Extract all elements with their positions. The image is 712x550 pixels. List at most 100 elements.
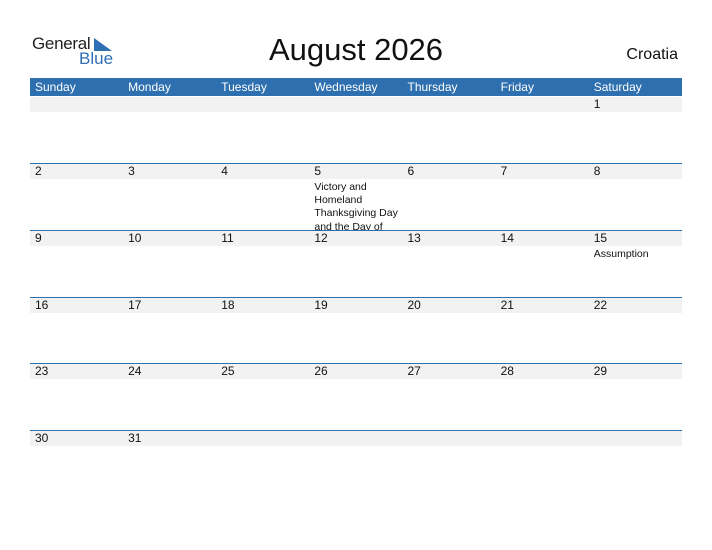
week-row: 2 3 4 5 Victory and Homeland Thanksgiving Da…: [30, 163, 682, 231]
country-label: Croatia: [626, 46, 678, 63]
day-number: 11: [221, 231, 234, 245]
calendar-title: August 2026: [268, 32, 444, 67]
day-cell: [123, 97, 216, 112]
day-number: [501, 431, 589, 446]
day-cell: 4: [216, 164, 309, 231]
day-number: [594, 431, 682, 446]
day-number: 20: [407, 298, 421, 312]
day-cell: 25: [216, 364, 309, 379]
weekday-friday: Friday: [500, 80, 534, 94]
day-cell: 30: [30, 431, 123, 446]
day-cell: [216, 97, 309, 112]
week-cells: 30 31: [30, 431, 682, 446]
holiday-label: Assumption: [593, 248, 649, 260]
day-number: 13: [407, 231, 421, 245]
day-number: 12: [314, 231, 328, 245]
week-cells: 23 24 25 26 27 28 29: [30, 364, 682, 379]
day-number: [221, 431, 309, 446]
day-cell: 24: [123, 364, 216, 379]
week-row: 30 31: [30, 430, 682, 497]
day-cell: 27: [403, 364, 496, 379]
weekday-monday: Monday: [128, 80, 171, 94]
day-cell: 1: [589, 97, 682, 112]
day-number: [128, 97, 216, 112]
day-cell: 31: [123, 431, 216, 446]
day-number: 28: [500, 364, 514, 378]
day-cell: 9: [30, 231, 123, 261]
day-cell: 15 Assumption: [589, 231, 682, 261]
day-cell: 10: [123, 231, 216, 261]
weekday-wednesday: Wednesday: [314, 80, 378, 94]
week-row: 23 24 25 26 27 28 29: [30, 363, 682, 430]
weekday-thursday: Thursday: [407, 80, 458, 94]
day-cell: 3: [123, 164, 216, 231]
day-number: 1: [593, 97, 601, 111]
day-number: 29: [593, 364, 608, 378]
day-cell: [403, 431, 496, 446]
day-number: 10: [128, 231, 142, 245]
day-cell: 18: [216, 298, 309, 313]
day-cell: 21: [496, 298, 589, 313]
weekday-sunday: Sunday: [35, 80, 76, 94]
day-number: 31: [128, 431, 142, 445]
day-cell: [403, 97, 496, 112]
day-number: [408, 97, 496, 112]
day-number: 23: [35, 364, 49, 378]
day-number: [314, 431, 402, 446]
day-cell: 7: [496, 164, 589, 231]
day-number: 8: [593, 164, 601, 178]
day-number: [408, 431, 496, 446]
day-cell: [496, 431, 589, 446]
week-row: 9 10 11 12 13 14 15 Assumption: [30, 230, 682, 297]
day-cell: [309, 431, 402, 446]
week-cells: 2 3 4 5 Victory and Homeland Thanksgiving Da…: [30, 164, 682, 231]
day-cell: 8: [589, 164, 682, 231]
day-number: 15: [593, 231, 608, 245]
weekday-tuesday: Tuesday: [221, 80, 267, 94]
day-number: 27: [407, 364, 421, 378]
day-cell: [589, 431, 682, 446]
day-cell: [216, 431, 309, 446]
day-cell: 2: [30, 164, 123, 231]
day-cell: 14: [496, 231, 589, 261]
week-row: 1: [30, 96, 682, 163]
day-number: 16: [35, 298, 49, 312]
day-number: [501, 97, 589, 112]
day-number: 4: [221, 164, 228, 178]
day-number: 30: [35, 431, 49, 445]
day-number: 2: [35, 164, 42, 178]
day-number: 18: [221, 298, 235, 312]
day-cell: 11: [216, 231, 309, 261]
day-number: 9: [35, 231, 42, 245]
day-cell: 13: [403, 231, 496, 261]
day-number: 24: [128, 364, 142, 378]
day-number: [35, 97, 123, 112]
day-number: 26: [314, 364, 328, 378]
day-cell: 23: [30, 364, 123, 379]
day-number: 22: [593, 298, 608, 312]
day-cell: [30, 97, 123, 112]
day-cell: [309, 97, 402, 112]
week-cells: 9 10 11 12 13 14 15 Assumption: [30, 231, 682, 261]
day-number: 5: [314, 164, 322, 178]
weekday-saturday: Saturday: [593, 80, 642, 94]
day-cell: 26: [309, 364, 402, 379]
day-number: 19: [314, 298, 328, 312]
day-cell: 20: [403, 298, 496, 313]
day-number: [314, 97, 402, 112]
day-number: 17: [128, 298, 142, 312]
day-number: 3: [128, 164, 135, 178]
day-number: 14: [500, 231, 514, 245]
day-cell: 12: [309, 231, 402, 261]
day-cell: 29: [589, 364, 682, 379]
day-number: 6: [407, 164, 415, 178]
day-number: 7: [500, 164, 508, 178]
day-cell: 22: [589, 298, 682, 313]
day-cell: [496, 97, 589, 112]
weekday-header: Sunday Monday Tuesday Wednesday Thursday…: [30, 78, 682, 96]
day-cell: 6: [403, 164, 496, 231]
day-cell: 17: [123, 298, 216, 313]
day-cell: 19: [309, 298, 402, 313]
day-number: [221, 97, 309, 112]
day-cell: 28: [496, 364, 589, 379]
